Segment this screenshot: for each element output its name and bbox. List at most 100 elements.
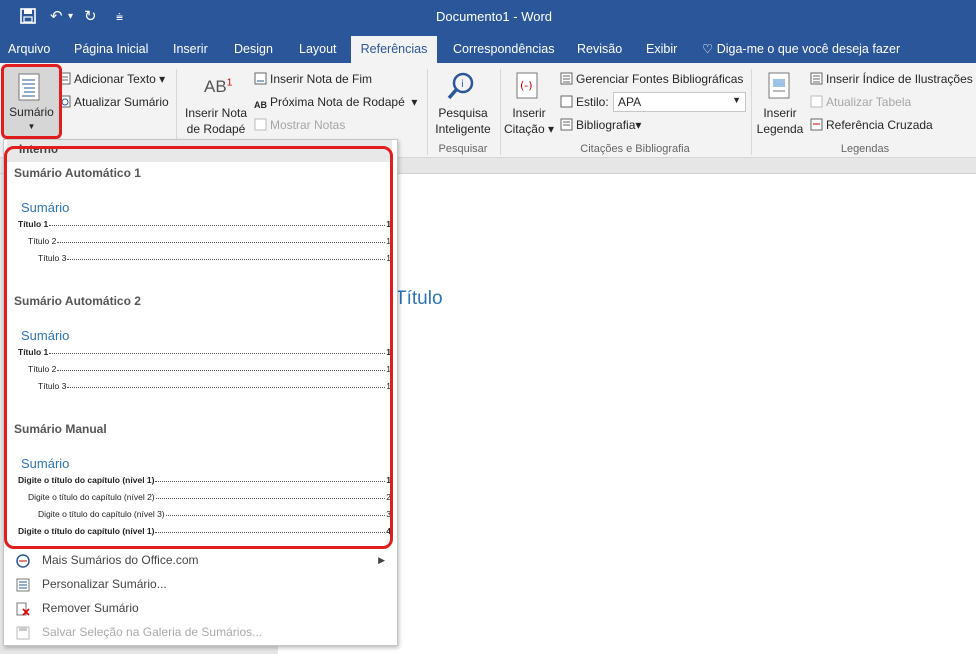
tab-exibir[interactable]: Exibir — [646, 36, 677, 63]
tab-referencias[interactable]: Referências — [351, 36, 437, 63]
footnote-icon-text: AB — [204, 77, 227, 96]
manage-sources-icon — [560, 72, 573, 85]
bibliografia-label: Bibliografia — [576, 118, 636, 132]
smart-lookup-icon: i — [446, 71, 476, 104]
atualizar-tabela-button[interactable]: Atualizar Tabela — [810, 94, 911, 110]
inserir-nota-rodape-button[interactable]: Inserir Nota de Rodapé — [183, 105, 249, 137]
table-of-figures-icon — [810, 72, 823, 85]
save-gallery-label: Salvar Seleção na Galeria de Sumários... — [42, 625, 263, 639]
referencia-cruzada-label: Referência Cruzada — [826, 118, 933, 132]
sumario-label: Sumário — [9, 105, 54, 119]
remove-toc-icon — [16, 601, 30, 616]
proxima-nota-label: Próxima Nota de Rodapé — [270, 95, 405, 109]
toc-heading: Sumário — [21, 200, 70, 215]
adicionar-texto-label: Adicionar Texto — [74, 72, 156, 86]
atualizar-sumario-label: Atualizar Sumário — [74, 95, 169, 109]
toc-line: Título 21 — [28, 364, 391, 374]
inserir-nota-fim-button[interactable]: Inserir Nota de Fim — [254, 71, 372, 87]
mostrar-notas-label: Mostrar Notas — [270, 118, 346, 132]
toc-auto-2-option[interactable]: Sumário Título 11 Título 21 Título 31 — [7, 290, 392, 418]
atualizar-tabela-label: Atualizar Tabela — [826, 95, 912, 109]
mostrar-notas-button[interactable]: Mostrar Notas — [254, 117, 345, 133]
toc-dropdown: Interno Sumário Automático 1 Sumário Tít… — [3, 139, 398, 646]
more-tocs-office-item[interactable]: Mais Sumários do Office.com ▶ — [10, 549, 393, 571]
toc-auto-1-option[interactable]: Sumário Título 11 Título 21 Título 31 — [7, 162, 392, 290]
toc-line: Digite o título do capítulo (nível 1) 4 — [18, 526, 391, 536]
proxima-nota-button[interactable]: AB Próxima Nota de Rodapé ▾ — [254, 94, 417, 110]
svg-text:(-): (-) — [520, 79, 533, 92]
pesquisa-line2: Inteligente — [435, 122, 491, 136]
endnote-icon — [254, 72, 267, 85]
tab-inserir[interactable]: Inserir — [173, 36, 208, 63]
footnote-icon: AB1 — [204, 77, 232, 97]
tab-layout[interactable]: Layout — [299, 36, 337, 63]
bibliography-icon — [560, 118, 573, 131]
group-citacoes: Citações e Bibliografia — [580, 143, 690, 155]
adicionar-texto-button[interactable]: Adicionar Texto ▾ — [58, 71, 165, 87]
bibliografia-button[interactable]: Bibliografia▾ — [560, 117, 641, 133]
tell-me-text: Diga-me o que você deseja fazer — [716, 42, 901, 56]
customize-toc-item[interactable]: Personalizar Sumário... — [10, 573, 393, 595]
estilo-label: Estilo: — [560, 94, 609, 110]
footnote-icon-sup: 1 — [226, 77, 233, 89]
toc-heading: Sumário — [21, 328, 70, 343]
legenda-line2: Legenda — [756, 122, 804, 136]
inserir-legenda-button[interactable]: Inserir Legenda — [754, 105, 806, 137]
save-gallery-icon — [16, 625, 30, 640]
toc-line: Digite o título do capítulo (nível 3) 3 — [38, 509, 391, 519]
save-selection-gallery-item[interactable]: Salvar Seleção na Galeria de Sumários... — [10, 621, 393, 643]
svg-text:i: i — [461, 79, 464, 90]
update-table-icon — [810, 95, 823, 108]
next-footnote-icon-text: AB — [254, 100, 267, 110]
lightbulb-icon: ♡ — [702, 42, 714, 56]
sumario-button[interactable]: Sumário ▼ — [1, 64, 62, 139]
tell-me-search[interactable]: ♡ Diga-me o que você deseja fazer — [702, 36, 900, 63]
toc-manual-option[interactable]: Sumário Digite o título do capítulo (nív… — [7, 418, 392, 546]
tab-pagina-inicial[interactable]: Página Inicial — [74, 36, 148, 63]
citacao-line2: Citação — [503, 122, 545, 136]
tab-revisao[interactable]: Revisão — [577, 36, 622, 63]
toc-line: Título 31 — [38, 253, 391, 263]
estilo-select[interactable]: APA ▼ — [613, 92, 746, 112]
toc-line: Título 21 — [28, 236, 391, 246]
customize-toc-icon — [16, 577, 30, 592]
office-icon — [16, 553, 30, 568]
chevron-down-icon: ▼ — [732, 95, 741, 105]
inserir-indice-label: Inserir Índice de Ilustrações — [826, 72, 973, 86]
customize-toc-label: Personalizar Sumário... — [42, 577, 167, 591]
title-bar: ↶ ▾ ↻ ⩧ Documento1 - Word — [0, 0, 976, 36]
toc-line: Digite o título do capítulo (nível 1) 1 — [18, 475, 391, 485]
remove-toc-label: Remover Sumário — [42, 601, 139, 615]
inserir-nota-fim-label: Inserir Nota de Fim — [270, 72, 373, 86]
chevron-right-icon: ▶ — [378, 555, 385, 565]
tab-design[interactable]: Design — [234, 36, 273, 63]
inserir-nota-line1: Inserir Nota — [184, 106, 248, 120]
inserir-citacao-button[interactable]: Inserir Citação ▾ — [502, 105, 556, 137]
toc-line: Título 11 — [18, 347, 391, 357]
show-notes-icon — [254, 118, 267, 131]
toc-icon — [18, 73, 40, 104]
ribbon-tabs: Arquivo Página Inicial Inserir Design La… — [0, 36, 976, 63]
toc-heading: Sumário — [21, 456, 70, 471]
toc-line: Título 31 — [38, 381, 391, 391]
atualizar-sumario-button[interactable]: Atualizar Sumário — [58, 94, 169, 110]
window-title: Documento1 - Word — [435, 9, 553, 24]
legenda-line1: Inserir — [763, 106, 797, 120]
next-footnote-icon: AB — [254, 97, 267, 110]
tab-arquivo[interactable]: Arquivo — [8, 36, 50, 63]
gerenciar-fontes-button[interactable]: Gerenciar Fontes Bibliográficas — [560, 71, 743, 87]
document-heading[interactable]: Título — [395, 288, 443, 310]
remove-toc-item[interactable]: Remover Sumário — [10, 597, 393, 619]
style-icon — [560, 95, 573, 108]
toc-line: Digite o título do capítulo (nível 2) 2 — [28, 492, 391, 502]
inserir-indice-button[interactable]: Inserir Índice de Ilustrações — [810, 71, 973, 87]
gallery-header: Interno — [7, 140, 392, 162]
pesquisa-line1: Pesquisa — [438, 106, 488, 120]
group-legendas: Legendas — [840, 143, 890, 155]
referencia-cruzada-button[interactable]: Referência Cruzada — [810, 117, 933, 133]
pesquisa-inteligente-button[interactable]: Pesquisa Inteligente — [432, 105, 494, 137]
more-tocs-label: Mais Sumários do Office.com — [42, 553, 199, 567]
group-pesquisar: Pesquisar — [438, 143, 488, 155]
citacao-line1: Inserir — [512, 106, 546, 120]
tab-correspondencias[interactable]: Correspondências — [453, 36, 554, 63]
